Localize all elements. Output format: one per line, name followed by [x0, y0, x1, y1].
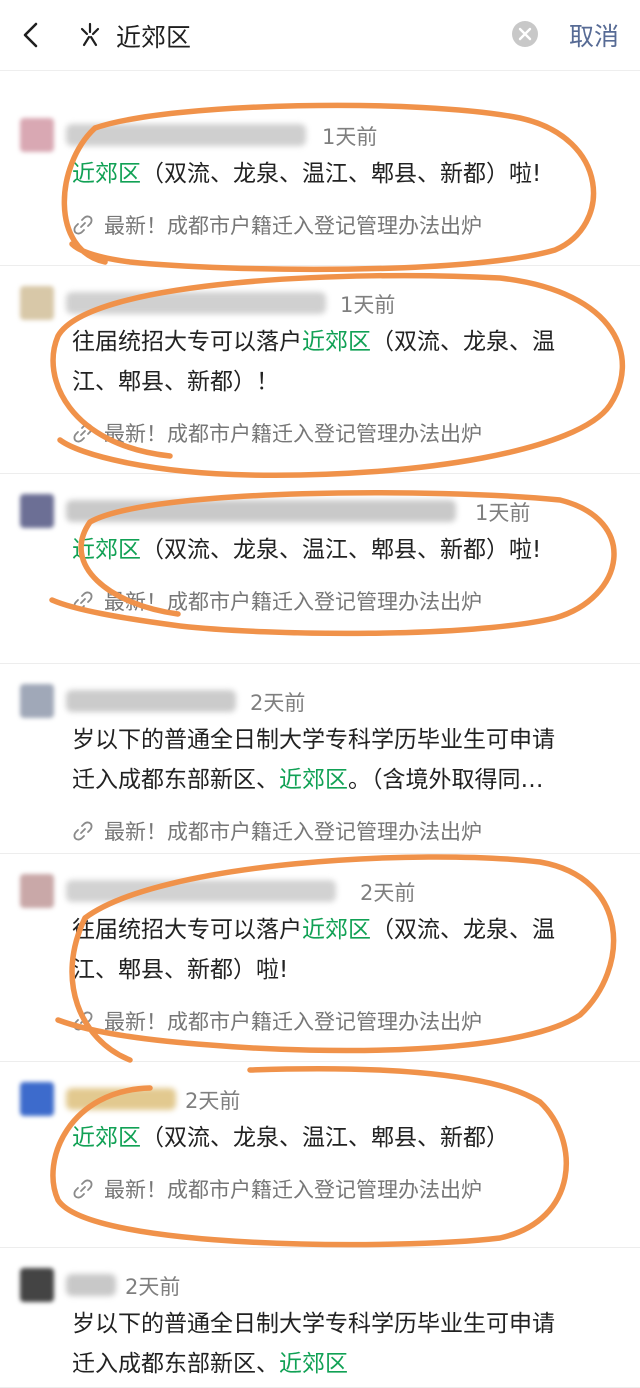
blurred-account-name	[66, 1274, 116, 1296]
keyword-highlight: 近郊区	[72, 1125, 141, 1151]
result-meta: 2天前	[20, 1082, 620, 1116]
result-item[interactable]: 2天前岁以下的普通全日制大学专科学历毕业生可申请 迁入成都东部新区、近郊区。（含境…	[0, 664, 640, 854]
keyword-highlight: 近郊区	[279, 1351, 348, 1377]
blurred-account-name	[66, 690, 236, 712]
avatar	[20, 874, 54, 908]
article-title: 最新！成都市户籍迁入登记管理办法出炉	[104, 422, 482, 446]
result-item[interactable]: 1天前往届统招大专可以落户近郊区（双流、龙泉、温江、郫县、新都）！ 最新！成都市户…	[0, 266, 640, 474]
snippet-text: 往届统招大专可以落户	[72, 329, 302, 355]
post-time: 2天前	[360, 881, 416, 905]
result-item[interactable]: 2天前往届统招大专可以落户近郊区（双流、龙泉、温江、郫县、新都）啦! 最新！成都市…	[0, 854, 640, 1062]
post-time: 1天前	[475, 501, 531, 525]
avatar	[20, 1268, 54, 1302]
result-meta: 2天前	[20, 1268, 620, 1302]
article-title: 最新！成都市户籍迁入登记管理办法出炉	[104, 1178, 482, 1202]
avatar	[20, 1082, 54, 1116]
result-meta: 1天前	[20, 118, 620, 152]
snippet-text: 岁以下的普通全日制大学专科学历毕业生可申请	[72, 727, 555, 753]
result-snippet: 往届统招大专可以落户近郊区（双流、龙泉、温江、郫县、新都）！	[72, 322, 620, 402]
result-item[interactable]: 1天前近郊区（双流、龙泉、温江、郫县、新都）啦! 最新！成都市户籍迁入登记管理办法…	[0, 474, 640, 664]
link-icon	[73, 591, 93, 611]
snippet-text: （双流、龙泉、温	[371, 329, 555, 355]
avatar	[20, 286, 54, 320]
post-time: 2天前	[250, 691, 306, 715]
snippet-text: 迁入成都东部新区、	[72, 767, 279, 793]
chevron-left-icon[interactable]	[16, 20, 46, 50]
post-time: 2天前	[125, 1275, 181, 1299]
cancel-button[interactable]: 取消	[569, 17, 619, 53]
avatar	[20, 494, 54, 528]
keyword-highlight: 近郊区	[72, 161, 141, 187]
post-time: 2天前	[185, 1089, 241, 1113]
result-snippet: 近郊区（双流、龙泉、温江、郫县、新都）	[72, 1118, 620, 1158]
result-snippet: 近郊区（双流、龙泉、温江、郫县、新都）啦!	[72, 530, 620, 570]
blurred-account-name	[66, 292, 326, 314]
search-results-list: 1天前 近郊区（双流、龙泉、温江、郫县、新都）啦! 最新！成都市户籍迁入登记管理办法…	[0, 98, 640, 1388]
blurred-account-name	[66, 124, 306, 146]
link-icon	[73, 1179, 93, 1199]
snippet-text: （双流、龙泉、温江、郫县、新都）啦!	[141, 537, 542, 563]
link-icon	[73, 1011, 93, 1031]
article-title: 最新！成都市户籍迁入登记管理办法出炉	[104, 590, 482, 614]
post-time: 1天前	[322, 125, 378, 149]
link-icon	[73, 423, 93, 443]
result-meta: 2天前	[20, 684, 620, 718]
sparkle-icon	[80, 22, 100, 47]
avatar	[20, 118, 54, 152]
snippet-text: 往届统招大专可以落户	[72, 917, 302, 943]
snippet-text: （双流、龙泉、温江、郫县、新都）啦!	[141, 161, 542, 187]
blurred-account-name	[66, 1088, 176, 1110]
search-input[interactable]: 近郊区	[116, 18, 191, 54]
search-bar: 近郊区 取消	[0, 0, 640, 71]
link-icon	[73, 215, 93, 235]
result-snippet: 岁以下的普通全日制大学专科学历毕业生可申请 迁入成都东部新区、近郊区。（含境外取得…	[72, 720, 620, 800]
snippet-text: 迁入成都东部新区、	[72, 1351, 279, 1377]
result-snippet: 往届统招大专可以落户近郊区（双流、龙泉、温江、郫县、新都）啦!	[72, 910, 620, 990]
result-item[interactable]: 2天前近郊区（双流、龙泉、温江、郫县、新都） 最新！成都市户籍迁入登记管理办法出炉	[0, 1062, 640, 1248]
keyword-highlight: 近郊区	[279, 767, 348, 793]
post-time: 1天前	[340, 293, 396, 317]
snippet-text: （双流、龙泉、温	[371, 917, 555, 943]
article-title: 最新！成都市户籍迁入登记管理办法出炉	[104, 820, 482, 844]
snippet-text: 。（含境外取得同…	[348, 767, 544, 793]
result-meta: 1天前	[20, 494, 620, 528]
clear-circle-icon[interactable]	[511, 20, 539, 48]
keyword-highlight: 近郊区	[302, 329, 371, 355]
blurred-account-name	[66, 880, 336, 902]
result-meta: 1天前	[20, 286, 620, 320]
blurred-account-name	[66, 500, 456, 522]
snippet-text: 江、郫县、新都）！	[72, 369, 279, 395]
article-title: 最新！成都市户籍迁入登记管理办法出炉	[104, 214, 482, 238]
snippet-text: （双流、龙泉、温江、郫县、新都）	[141, 1125, 509, 1151]
result-snippet: 岁以下的普通全日制大学专科学历毕业生可申请 迁入成都东部新区、近郊区	[72, 1304, 620, 1384]
keyword-highlight: 近郊区	[302, 917, 371, 943]
result-meta: 2天前	[20, 874, 620, 908]
article-title: 最新！成都市户籍迁入登记管理办法出炉	[104, 1010, 482, 1034]
result-snippet: 近郊区（双流、龙泉、温江、郫县、新都）啦!	[72, 154, 620, 194]
link-icon	[73, 821, 93, 841]
snippet-text: 岁以下的普通全日制大学专科学历毕业生可申请	[72, 1311, 555, 1337]
avatar	[20, 684, 54, 718]
snippet-text: 江、郫县、新都）啦!	[72, 957, 289, 983]
result-item[interactable]: 1天前近郊区（双流、龙泉、温江、郫县、新都）啦! 最新！成都市户籍迁入登记管理办法…	[0, 98, 640, 266]
result-item[interactable]: 2天前岁以下的普通全日制大学专科学历毕业生可申请 迁入成都东部新区、近郊区	[0, 1248, 640, 1388]
keyword-highlight: 近郊区	[72, 537, 141, 563]
